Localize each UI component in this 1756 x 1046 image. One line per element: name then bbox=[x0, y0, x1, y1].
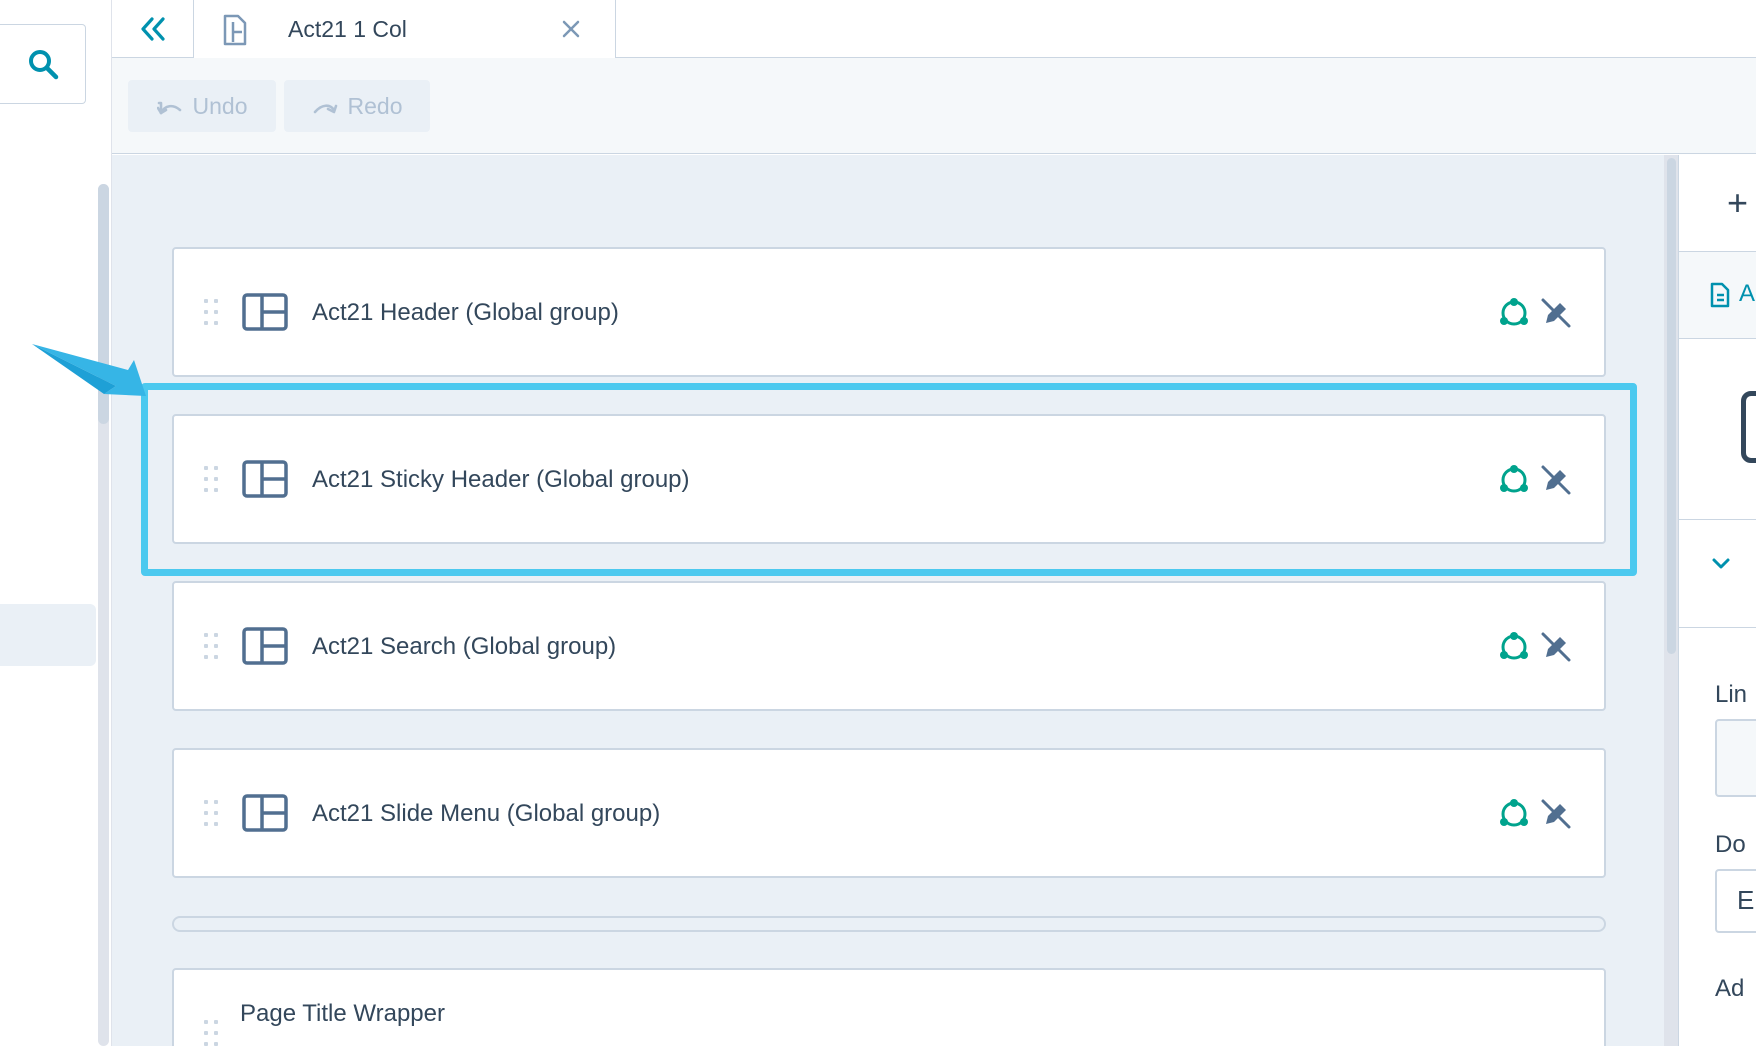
global-group-icon[interactable] bbox=[1498, 462, 1530, 496]
tab-editor[interactable]: Act21 1 Col bbox=[194, 0, 616, 59]
undo-button[interactable]: Undo bbox=[128, 80, 276, 132]
drag-handle[interactable] bbox=[204, 299, 218, 329]
module-card-sticky-header[interactable]: Act21 Sticky Header (Global group) bbox=[172, 414, 1606, 544]
chevron-down-icon[interactable] bbox=[1709, 551, 1733, 575]
module-label: Act21 Header (Global group) bbox=[312, 299, 619, 326]
layout-module-icon bbox=[242, 627, 288, 665]
module-card-search[interactable]: Act21 Search (Global group) bbox=[172, 581, 1606, 711]
document-icon bbox=[1710, 282, 1730, 308]
close-icon bbox=[562, 20, 580, 38]
layout-module-icon bbox=[242, 794, 288, 832]
drag-handle[interactable] bbox=[204, 633, 218, 663]
canvas-scroll-thumb[interactable] bbox=[1667, 158, 1676, 654]
drag-handle[interactable] bbox=[204, 1020, 218, 1046]
module-label: Act21 Search (Global group) bbox=[312, 633, 617, 660]
double-chevron-left-icon bbox=[140, 17, 165, 41]
redo-icon bbox=[313, 104, 337, 114]
module-label: Act21 Sticky Header (Global group) bbox=[312, 466, 690, 493]
field-label-ad: Ad bbox=[1715, 975, 1745, 1002]
device-preview-icon[interactable] bbox=[1741, 391, 1756, 463]
layout-module-icon bbox=[242, 460, 288, 498]
input-field-do[interactable]: E bbox=[1715, 869, 1756, 933]
divider bbox=[1679, 627, 1756, 628]
module-card-header[interactable]: Act21 Header (Global group) bbox=[172, 247, 1606, 377]
input-field-lin[interactable] bbox=[1715, 719, 1756, 797]
divider bbox=[1679, 519, 1756, 520]
unlink-pen-icon[interactable] bbox=[1540, 629, 1572, 663]
section-label: Page Title Wrapper bbox=[240, 1000, 445, 1027]
divider bbox=[1679, 338, 1756, 339]
document-icon bbox=[222, 14, 250, 46]
field-label-lin: Lin bbox=[1715, 681, 1748, 708]
tab-bar: Act21 1 Col bbox=[112, 0, 1756, 59]
redo-label: Redo bbox=[347, 92, 403, 119]
global-group-icon[interactable] bbox=[1498, 629, 1530, 663]
right-panel: + A Lin Do E Ad bbox=[1678, 155, 1756, 1046]
unlink-pen-icon[interactable] bbox=[1540, 462, 1572, 496]
undo-icon bbox=[156, 101, 181, 115]
toolbar: Undo Redo bbox=[112, 58, 1756, 154]
collapse-sidebar-button[interactable] bbox=[112, 0, 194, 58]
search-icon bbox=[28, 50, 58, 80]
redo-button[interactable]: Redo bbox=[284, 80, 430, 132]
global-group-icon[interactable] bbox=[1498, 796, 1530, 830]
file-row[interactable]: A bbox=[1679, 252, 1756, 338]
global-group-icon[interactable] bbox=[1498, 295, 1530, 329]
add-button[interactable]: + bbox=[1727, 185, 1748, 221]
sidebar-selected-item[interactable] bbox=[0, 604, 96, 666]
section-card-page-title-wrapper[interactable]: Page Title Wrapper bbox=[172, 968, 1606, 1046]
drag-handle[interactable] bbox=[204, 800, 218, 830]
close-tab-button[interactable] bbox=[556, 14, 586, 44]
field-label-do: Do bbox=[1715, 831, 1746, 858]
module-card-slide-menu[interactable]: Act21 Slide Menu (Global group) bbox=[172, 748, 1606, 878]
input-value: E bbox=[1737, 885, 1755, 915]
search-button[interactable] bbox=[0, 24, 86, 104]
pointer-arrow-icon bbox=[32, 344, 146, 396]
undo-label: Undo bbox=[192, 92, 248, 119]
layout-module-icon bbox=[242, 293, 288, 331]
drop-zone-divider[interactable] bbox=[172, 916, 1606, 932]
file-label: A bbox=[1739, 280, 1756, 307]
drag-handle[interactable] bbox=[204, 466, 218, 496]
unlink-pen-icon[interactable] bbox=[1540, 796, 1572, 830]
unlink-pen-icon[interactable] bbox=[1540, 295, 1572, 329]
left-sidebar bbox=[0, 0, 112, 1046]
module-label: Act21 Slide Menu (Global group) bbox=[312, 800, 661, 827]
tab-title: Act21 1 Col bbox=[288, 16, 407, 42]
